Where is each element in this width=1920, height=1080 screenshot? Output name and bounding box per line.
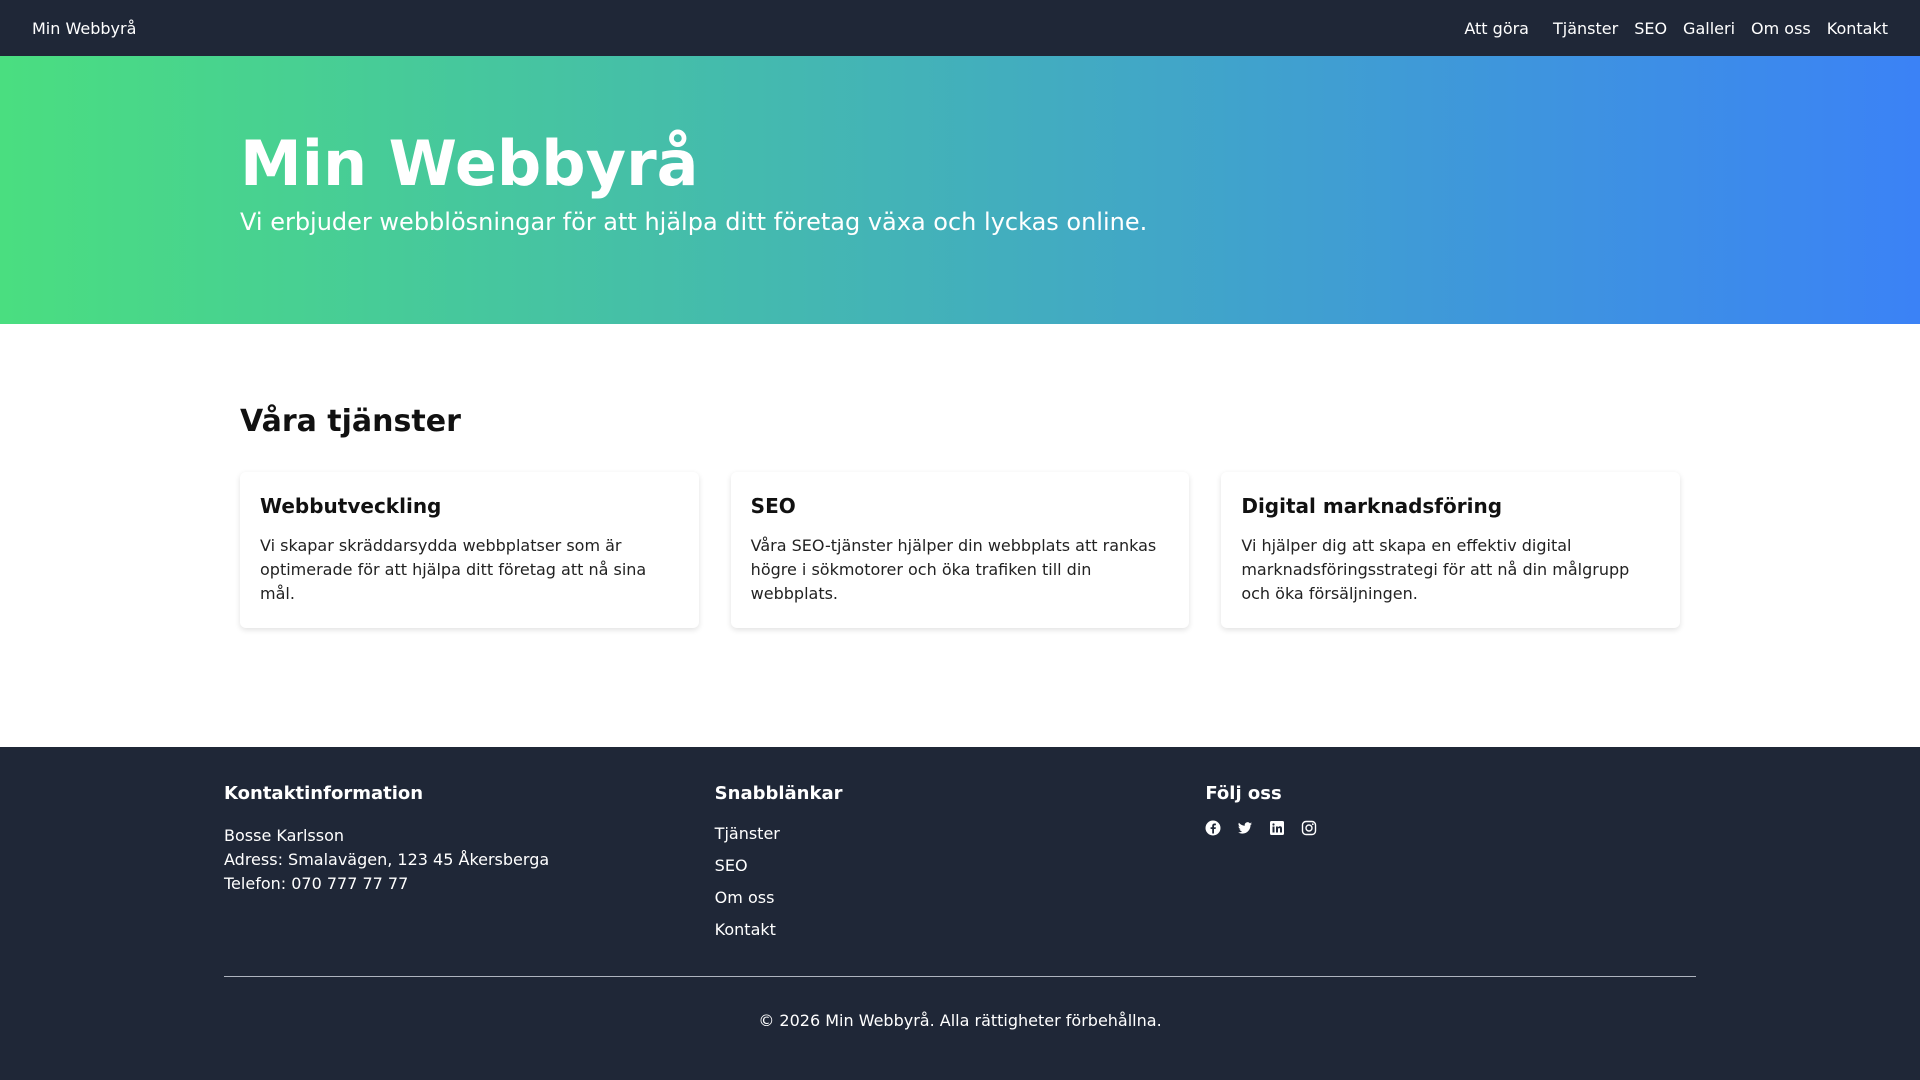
contact-phone: Telefon: 070 777 77 77 <box>224 874 409 893</box>
service-card-webbutveckling: Webbutveckling Vi skapar skräddarsydda w… <box>240 472 699 628</box>
service-cards: Webbutveckling Vi skapar skräddarsydda w… <box>240 472 1681 628</box>
service-card-title: Webbutveckling <box>260 494 442 518</box>
quicklink-kontakt[interactable]: Kontakt <box>715 920 776 939</box>
navbar: Min Webbyrå Att göra Tjänster SEO Galler… <box>0 0 1920 56</box>
nav-link-kontakt[interactable]: Kontakt <box>1827 19 1888 38</box>
service-card-text: Vi skapar skräddarsydda webbplatser som … <box>260 536 647 603</box>
quicklink-item: Om oss <box>715 888 1206 908</box>
footer-quicklinks-heading: Snabblänkar <box>714 783 843 804</box>
quicklink-item: SEO <box>715 856 1206 876</box>
quicklinks-list: Tjänster SEO Om oss Kontakt <box>715 824 1206 940</box>
instagram-icon[interactable] <box>1301 820 1317 836</box>
services-title: Våra tjänster <box>240 404 461 439</box>
hero-title: Min Webbyrå <box>240 127 699 200</box>
linkedin-icon[interactable] <box>1269 820 1285 836</box>
service-card-text: Våra SEO-tjänster hjälper din webbplats … <box>750 536 1157 603</box>
service-card-seo: SEO Våra SEO-tjänster hjälper din webbpl… <box>730 472 1190 628</box>
service-card-text: Vi hjälper dig att skapa en effektiv dig… <box>1241 536 1630 603</box>
footer-contact: Kontaktinformation Bosse Karlsson Adress… <box>224 783 715 952</box>
nav-link-seo[interactable]: SEO <box>1634 19 1667 38</box>
social-links <box>1205 820 1696 836</box>
brand-link[interactable]: Min Webbyrå <box>32 19 136 38</box>
nav-link-galleri[interactable]: Galleri <box>1683 19 1735 38</box>
footer-contact-heading: Kontaktinformation <box>224 783 424 804</box>
nav-links: Att göra Tjänster SEO Galleri Om oss Kon… <box>1464 19 1888 38</box>
contact-name: Bosse Karlsson <box>224 826 345 845</box>
twitter-icon[interactable] <box>1237 820 1253 836</box>
footer-quicklinks: Snabblänkar Tjänster SEO Om oss Kontakt <box>715 783 1206 952</box>
quicklink-item: Tjänster <box>715 824 1206 844</box>
footer-columns: Kontaktinformation Bosse Karlsson Adress… <box>224 783 1696 952</box>
nav-link-om-oss[interactable]: Om oss <box>1751 19 1811 38</box>
contact-address: Adress: Smalavägen, 123 45 Åkersberga <box>224 850 550 869</box>
quicklink-tjanster[interactable]: Tjänster <box>715 824 780 843</box>
services-section: Våra tjänster Webbutveckling Vi skapar s… <box>0 324 1920 747</box>
hero-subtitle: Vi erbjuder webblösningar för att hjälpa… <box>240 208 1148 237</box>
service-card-title: Digital marknadsföring <box>1241 494 1503 518</box>
copyright-text: © 2026 Min Webbyrå. Alla rättigheter för… <box>758 1011 1162 1030</box>
nav-link-tjanster[interactable]: Tjänster <box>1553 19 1618 38</box>
facebook-icon[interactable] <box>1205 820 1221 836</box>
footer: Kontaktinformation Bosse Karlsson Adress… <box>0 747 1920 1080</box>
footer-divider <box>224 976 1696 977</box>
service-card-title: SEO <box>750 494 796 518</box>
nav-link-att-gora[interactable]: Att göra <box>1464 19 1529 38</box>
hero-section: Min Webbyrå Vi erbjuder webblösningar fö… <box>0 56 1920 324</box>
quicklink-seo[interactable]: SEO <box>715 856 748 875</box>
footer-follow: Följ oss <box>1205 783 1696 952</box>
footer-follow-heading: Följ oss <box>1205 783 1282 804</box>
quicklink-om-oss[interactable]: Om oss <box>715 888 775 907</box>
quicklink-item: Kontakt <box>715 920 1206 940</box>
service-card-digital-marknadsforing: Digital marknadsföring Vi hjälper dig at… <box>1221 472 1681 628</box>
